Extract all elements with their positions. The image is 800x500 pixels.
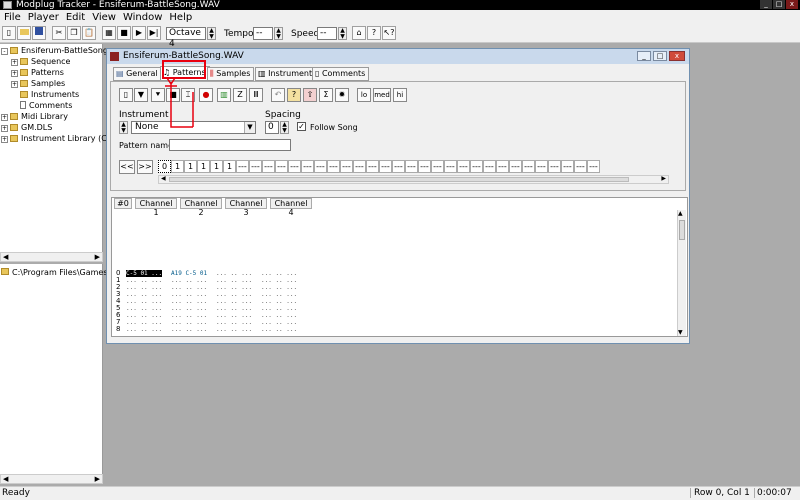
annotation-highlight-box bbox=[162, 60, 206, 79]
annotation-line bbox=[170, 88, 193, 128]
status-position: Row 0, Col 1 bbox=[690, 488, 752, 498]
status-time: 0:00:07 bbox=[754, 488, 792, 498]
annotation-arrow-head bbox=[165, 77, 177, 88]
status-text: Ready bbox=[2, 488, 30, 498]
status-bar: Ready Row 0, Col 1 0:00:07 bbox=[0, 486, 800, 500]
annotation-overlay bbox=[162, 60, 206, 128]
